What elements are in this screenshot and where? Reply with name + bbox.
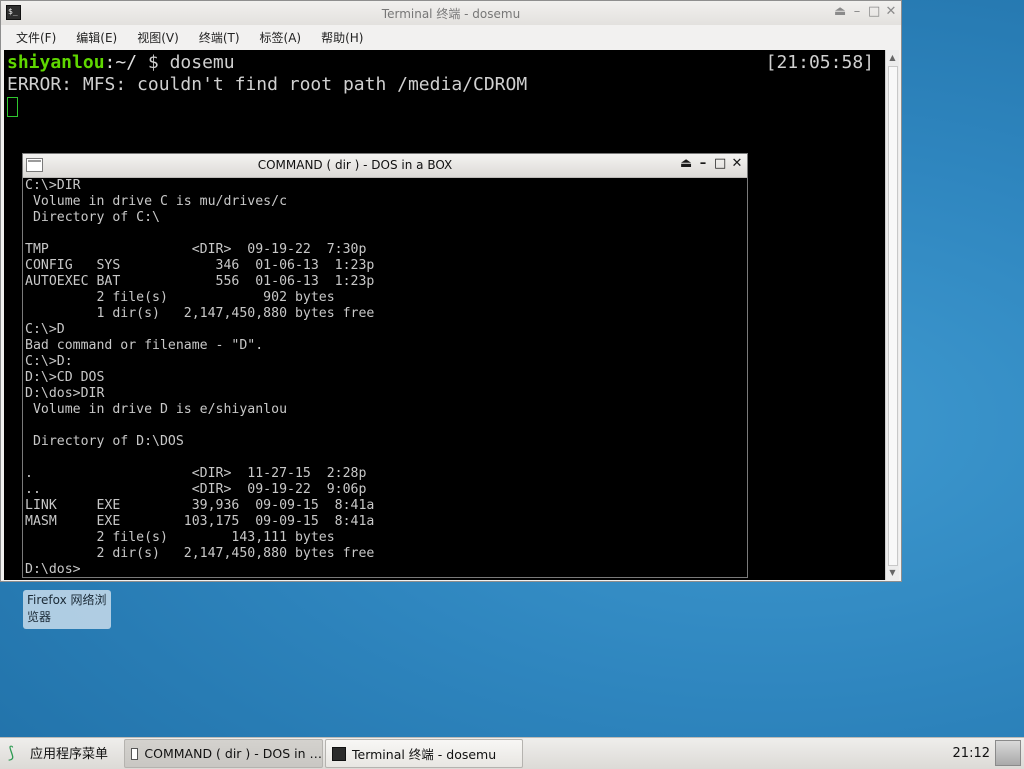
dos-screen-line: C:\>DIR: [25, 178, 81, 193]
taskbar: ⟆ 应用程序菜单 COMMAND ( dir ) - DOS in … Term…: [0, 737, 1024, 769]
taskbar-item-dosbox[interactable]: COMMAND ( dir ) - DOS in …: [124, 739, 323, 768]
prompt-path: :~/: [104, 52, 138, 73]
terminal-window-controls: ⏏ – □ ✕: [834, 4, 897, 20]
minimize-icon[interactable]: –: [697, 156, 709, 172]
minimize-icon[interactable]: –: [851, 4, 863, 20]
dos-screen-line: MASM EXE 103,175 09-09-15 8:41a: [25, 514, 375, 529]
dos-screen-line: [25, 418, 746, 434]
dos-screen-line: D:\dos>: [25, 562, 81, 576]
dos-screen-line: . <DIR> 11-27-15 2:28p: [25, 466, 367, 481]
menu-edit[interactable]: 编辑(E): [69, 29, 124, 46]
taskbar-item-label: COMMAND ( dir ) - DOS in …: [144, 746, 322, 761]
dos-screen-line: 2 file(s) 902 bytes: [25, 290, 335, 305]
dos-screen-line: Directory of D:\DOS: [25, 434, 184, 449]
taskbar-item-terminal[interactable]: Terminal 终端 - dosemu: [325, 739, 523, 768]
dosbox-titlebar[interactable]: COMMAND ( dir ) - DOS in a BOX ⏏ – □ ✕: [23, 154, 747, 178]
dosbox-window-title: COMMAND ( dir ) - DOS in a BOX: [257, 158, 453, 172]
scrollbar-thumb[interactable]: [888, 66, 898, 566]
terminal-icon: [332, 746, 346, 761]
menu-view[interactable]: 视图(V): [130, 29, 186, 46]
dos-screen-line: 1 dir(s) 2,147,450,880 bytes free: [25, 306, 375, 321]
dosbox-window[interactable]: COMMAND ( dir ) - DOS in a BOX ⏏ – □ ✕ C…: [22, 153, 748, 578]
dos-screen-line: D:\dos>DIR: [25, 386, 105, 401]
dos-screen-line: .. <DIR> 09-19-22 9:06p: [25, 482, 367, 497]
dos-screen-line: Directory of C:\: [25, 210, 160, 225]
taskbar-item-label: Terminal 终端 - dosemu: [352, 747, 497, 762]
dos-screen-line: [25, 450, 746, 466]
scroll-up-icon[interactable]: ▲: [886, 51, 899, 64]
dos-screen-line: [25, 226, 746, 242]
dos-screen-line: Volume in drive D is e/shiyanlou: [25, 402, 288, 417]
firefox-desktop-icon[interactable]: Firefox 网络浏览器: [23, 590, 111, 629]
terminal-titlebar[interactable]: $_ Terminal 终端 - dosemu ⏏ – □ ✕: [1, 1, 901, 26]
close-icon[interactable]: ✕: [731, 156, 743, 172]
terminal-error-line: ERROR: MFS: couldn't find root path /med…: [7, 74, 528, 95]
dos-screen-line: D:\>CD DOS: [25, 370, 105, 385]
menu-tabs[interactable]: 标签(A): [253, 29, 309, 46]
menu-terminal[interactable]: 终端(T): [192, 29, 247, 46]
menu-help[interactable]: 帮助(H): [314, 29, 370, 46]
scroll-down-icon[interactable]: ▼: [886, 566, 899, 579]
applications-menu-button[interactable]: ⟆ 应用程序菜单: [8, 743, 108, 762]
maximize-icon[interactable]: □: [714, 156, 726, 172]
terminal-window-title: Terminal 终端 - dosemu: [381, 7, 521, 21]
dos-screen-line: Bad command or filename - "D".: [25, 338, 264, 353]
shade-icon[interactable]: ⏏: [834, 4, 846, 20]
dos-screen-line: TMP <DIR> 09-19-22 7:30p: [25, 242, 367, 257]
close-icon[interactable]: ✕: [885, 4, 897, 20]
tray-computer-icon[interactable]: [995, 740, 1021, 766]
taskbar-clock[interactable]: 21:12: [953, 746, 990, 761]
terminal-cursor: [7, 97, 18, 117]
dos-screen-line: 2 dir(s) 2,147,450,880 bytes free: [25, 546, 375, 561]
dos-screen-line: 2 file(s) 143,111 bytes: [25, 530, 335, 545]
dos-screen-line: C:\>D: [25, 322, 65, 337]
applications-menu-label: 应用程序菜单: [30, 747, 109, 762]
dos-screen-line: CONFIG SYS 346 01-06-13 1:23p: [25, 258, 375, 273]
terminal-clock: [21:05:58]: [765, 52, 874, 73]
dos-screen-line: C:\>D:: [25, 354, 73, 369]
prompt-user: shiyanlou: [7, 52, 105, 73]
terminal-scrollbar[interactable]: ▲ ▼: [885, 50, 899, 580]
menu-file[interactable]: 文件(F): [9, 29, 63, 46]
shade-icon[interactable]: ⏏: [680, 156, 692, 172]
prompt-command: $ dosemu: [137, 52, 235, 73]
dosbox-window-controls: ⏏ – □ ✕: [680, 156, 743, 172]
dos-screen-line: LINK EXE 39,936 09-09-15 8:41a: [25, 498, 375, 513]
app-menu-logo-icon: ⟆: [8, 742, 15, 762]
maximize-icon[interactable]: □: [868, 4, 880, 20]
dos-window-icon: [131, 747, 139, 760]
terminal-prompt-line: shiyanlou:~/ $ dosemu: [7, 52, 235, 74]
dos-screen-line: Volume in drive C is mu/drives/c: [25, 194, 288, 209]
dos-screen[interactable]: C:\>DIR Volume in drive C is mu/drives/c…: [24, 178, 746, 576]
dos-screen-line: AUTOEXEC BAT 556 01-06-13 1:23p: [25, 274, 375, 289]
terminal-menubar: 文件(F) 编辑(E) 视图(V) 终端(T) 标签(A) 帮助(H): [1, 25, 901, 49]
